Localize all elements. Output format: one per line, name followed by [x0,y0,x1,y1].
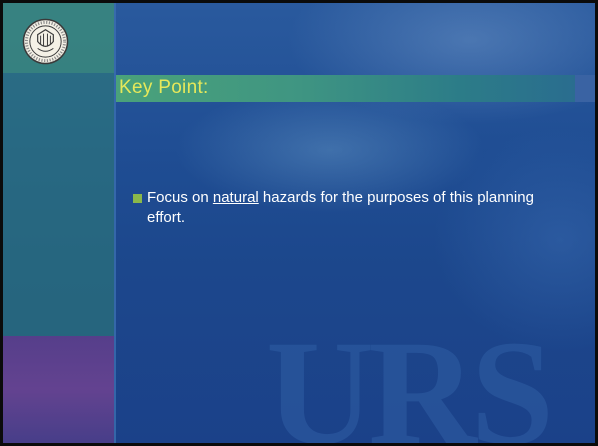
slide-title: Key Point: [119,77,209,98]
divider-line [114,3,116,443]
left-accent-bottom [3,336,114,443]
seal-logo-icon [22,18,69,65]
bullet-text-prefix: Focus on [147,189,213,206]
title-bar-end [575,75,595,102]
urs-watermark: URS [266,310,554,446]
bullet-text-emphasis: natural [212,189,259,206]
bullet-text: Focus on natural hazards for the purpose… [147,188,557,228]
slide: URS Key Point: Focus on natural hazards … [0,0,598,446]
square-bullet-icon [133,194,142,203]
